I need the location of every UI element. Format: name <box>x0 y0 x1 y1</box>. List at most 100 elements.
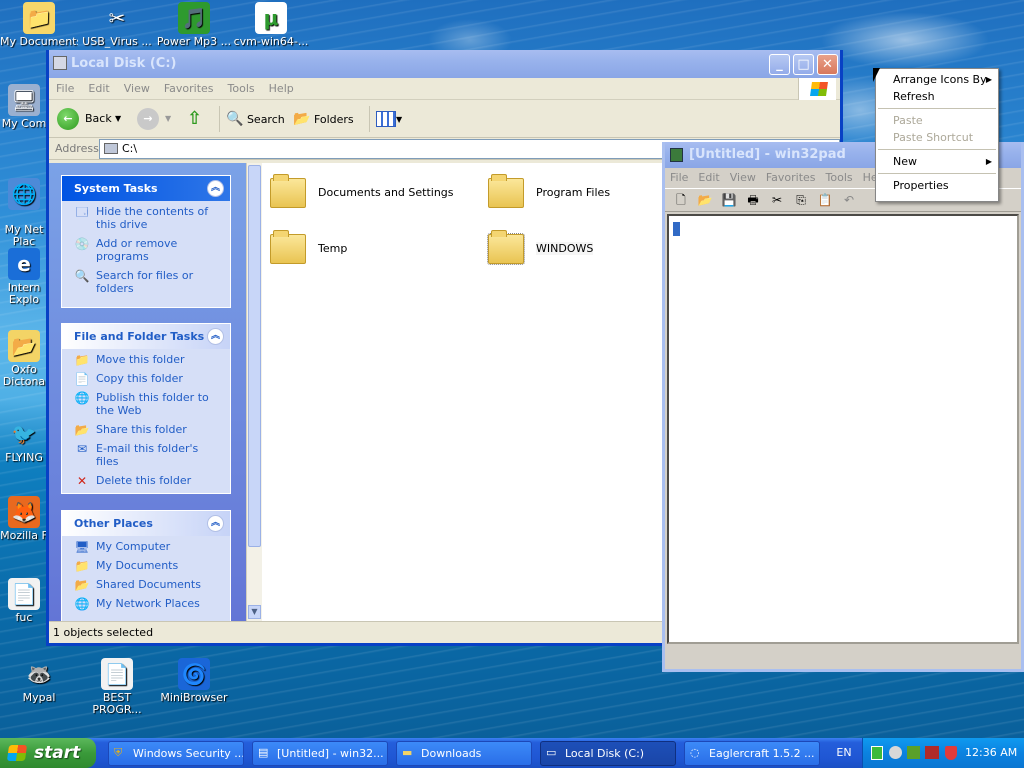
desktop-icon-fuc[interactable]: 📄 fuc <box>0 578 48 624</box>
desktop-icon-my-network[interactable]: 🌐 My Net Plac <box>0 166 48 260</box>
task-copy-folder[interactable]: 📄 Copy this folder <box>62 368 230 387</box>
folder-temp[interactable]: Temp <box>318 242 347 255</box>
raccoon-icon: 🦝 <box>26 662 52 686</box>
menu-favorites[interactable]: Favorites <box>761 171 821 184</box>
clock[interactable]: 12:36 AM <box>965 738 1017 768</box>
shield-tray-icon[interactable] <box>945 746 957 760</box>
maximize-button[interactable]: □ <box>793 54 814 75</box>
collapse-chevron-icon[interactable]: ︽ <box>207 515 224 532</box>
task-share-folder[interactable]: 📂 Share this folder <box>62 419 230 438</box>
language-indicator[interactable]: EN <box>830 738 858 768</box>
back-button[interactable]: ← Back ▼ <box>57 106 125 132</box>
collapse-chevron-icon[interactable]: ︽ <box>207 328 224 345</box>
desktop-icon-internet-explorer[interactable]: e Intern Explo <box>0 248 48 306</box>
task-local-disk[interactable]: ▭ Local Disk (C:) <box>540 741 676 766</box>
task-publish-folder[interactable]: 🌐 Publish this folder to the Web <box>62 387 230 419</box>
desktop-icon-usb-virus[interactable]: ✂ USB_Virus ... <box>78 2 156 48</box>
desktop-icon-power-mp3[interactable]: 🎵 Power Mp3 ... <box>155 2 233 48</box>
scrollbar-thumb[interactable] <box>248 165 261 547</box>
menu-item-label: Refresh <box>893 90 935 103</box>
utorrent-icon: μ <box>255 2 287 34</box>
task-add-remove-programs[interactable]: 💿 Add or remove programs <box>62 233 230 265</box>
folder-windows[interactable]: WINDOWS <box>536 242 594 255</box>
music-icon: 🎵 <box>178 2 210 34</box>
system-tasks-header[interactable]: System Tasks ︽ <box>62 176 230 201</box>
dropdown-arrow-icon[interactable]: ▼ <box>115 106 121 132</box>
desktop-icon-flying[interactable]: 🐦 FLYING <box>0 418 48 464</box>
desktop-icon-cvm-win64[interactable]: μ cvm-win64-... <box>232 2 310 48</box>
minimize-button[interactable]: _ <box>769 54 790 75</box>
undo-icon[interactable]: ↶ <box>839 190 859 210</box>
security-tray-icon[interactable] <box>925 746 939 759</box>
menu-item-properties[interactable]: Properties <box>876 177 998 194</box>
taskbar: start ⛨ Windows Security ... ▤ [Untitled] … <box>0 738 1024 768</box>
task-move-folder[interactable]: 📁 Move this folder <box>62 349 230 368</box>
menu-item-new[interactable]: New ▶ <box>876 153 998 170</box>
menu-file[interactable]: File <box>665 171 693 184</box>
menu-tools[interactable]: Tools <box>821 171 858 184</box>
desktop-icon-label: Intern Explo <box>7 281 41 306</box>
menu-tools[interactable]: Tools <box>221 78 262 100</box>
folder-icon[interactable] <box>487 230 525 265</box>
folder-icon[interactable] <box>488 174 524 208</box>
paste-icon[interactable]: 📋 <box>815 190 835 210</box>
open-folder-icon[interactable]: 📂 <box>695 190 715 210</box>
my-documents-icon: 📁 <box>23 2 55 34</box>
save-icon[interactable]: 💾 <box>719 190 739 210</box>
task-hide-drive-contents[interactable]: 🗔 Hide the contents of this drive <box>62 201 230 233</box>
place-my-computer[interactable]: 🖥 My Computer <box>62 536 230 555</box>
file-folder-tasks-header[interactable]: File and Folder Tasks ︽ <box>62 324 230 349</box>
menu-edit[interactable]: Edit <box>81 78 116 100</box>
desktop-icon-mozilla-firefox[interactable]: 🦊 Mozilla F <box>0 496 48 542</box>
cut-icon[interactable]: ✂ <box>767 190 787 210</box>
desktop-icon-minibrowser[interactable]: 🌀 MiniBrowser <box>155 658 233 704</box>
network-tray-icon[interactable] <box>907 746 920 759</box>
search-button[interactable]: 🔍 Search <box>219 106 289 132</box>
task-search-files[interactable]: 🔍 Search for files or folders <box>62 265 230 297</box>
task-email-files[interactable]: ✉ E-mail this folder's files <box>62 438 230 470</box>
desktop-icon-mypal[interactable]: 🦝 Mypal <box>0 658 78 704</box>
folder-icon[interactable] <box>270 174 306 208</box>
folder-documents-and-settings[interactable]: Documents and Settings <box>318 186 454 199</box>
task-pane-scrollbar[interactable]: ▼ <box>246 163 262 621</box>
menu-favorites[interactable]: Favorites <box>157 78 221 100</box>
task-delete-folder[interactable]: ✕ Delete this folder <box>62 470 230 489</box>
menu-item-arrange-icons-by[interactable]: Arrange Icons By ▶ <box>876 71 998 88</box>
desktop-icon-oxford-dictionary[interactable]: 📂 Oxfo Dictona <box>0 330 48 388</box>
text-editor-area[interactable] <box>667 214 1019 644</box>
close-button[interactable]: ✕ <box>817 54 838 75</box>
menu-file[interactable]: File <box>49 78 81 100</box>
menu-view[interactable]: View <box>117 78 157 100</box>
place-my-network[interactable]: 🌐 My Network Places <box>62 593 230 612</box>
folders-button[interactable]: 📂 Folders <box>293 106 363 132</box>
folder-program-files[interactable]: Program Files <box>536 186 610 199</box>
folder-icon[interactable] <box>270 230 306 264</box>
explorer-title-bar[interactable]: Local Disk (C:) _ □ ✕ <box>49 50 840 78</box>
collapse-chevron-icon[interactable]: ︽ <box>207 180 224 197</box>
place-shared-documents[interactable]: 📂 Shared Documents <box>62 574 230 593</box>
views-button[interactable]: ▼ <box>369 106 405 132</box>
volume-tray-icon[interactable] <box>889 746 902 759</box>
place-my-documents[interactable]: 📁 My Documents <box>62 555 230 574</box>
desktop-icon-my-documents[interactable]: 📁 My Documents <box>0 2 78 48</box>
other-places-header[interactable]: Other Places ︽ <box>62 511 230 536</box>
task-windows-security[interactable]: ⛨ Windows Security ... <box>108 741 244 766</box>
task-downloads[interactable]: ▬ Downloads <box>396 741 532 766</box>
menu-edit[interactable]: Edit <box>693 171 724 184</box>
desktop-icon-best-programs[interactable]: 📄 BEST PROGR... <box>78 658 156 716</box>
print-icon[interactable]: 🖶 <box>743 190 763 210</box>
desktop-icon-my-computer[interactable]: 🖥 My Com <box>0 84 48 130</box>
forward-button[interactable]: → ▼ <box>137 106 175 132</box>
scroll-down-icon[interactable]: ▼ <box>248 605 261 619</box>
menu-view[interactable]: View <box>725 171 761 184</box>
menu-item-refresh[interactable]: Refresh <box>876 88 998 105</box>
utorrent-tray-icon[interactable] <box>871 746 883 760</box>
start-button[interactable]: start <box>0 738 96 768</box>
task-win32pad[interactable]: ▤ [Untitled] - win32... <box>252 741 388 766</box>
explorer-menu-bar: File Edit View Favorites Tools Help <box>49 78 840 100</box>
menu-help[interactable]: Help <box>262 78 301 100</box>
new-file-icon[interactable]: 🗋 <box>671 190 691 210</box>
up-folder-icon[interactable]: ⇧ <box>187 106 211 132</box>
copy-icon[interactable]: ⎘ <box>791 190 811 210</box>
task-eaglercraft[interactable]: ◌ Eaglercraft 1.5.2 ... <box>684 741 820 766</box>
